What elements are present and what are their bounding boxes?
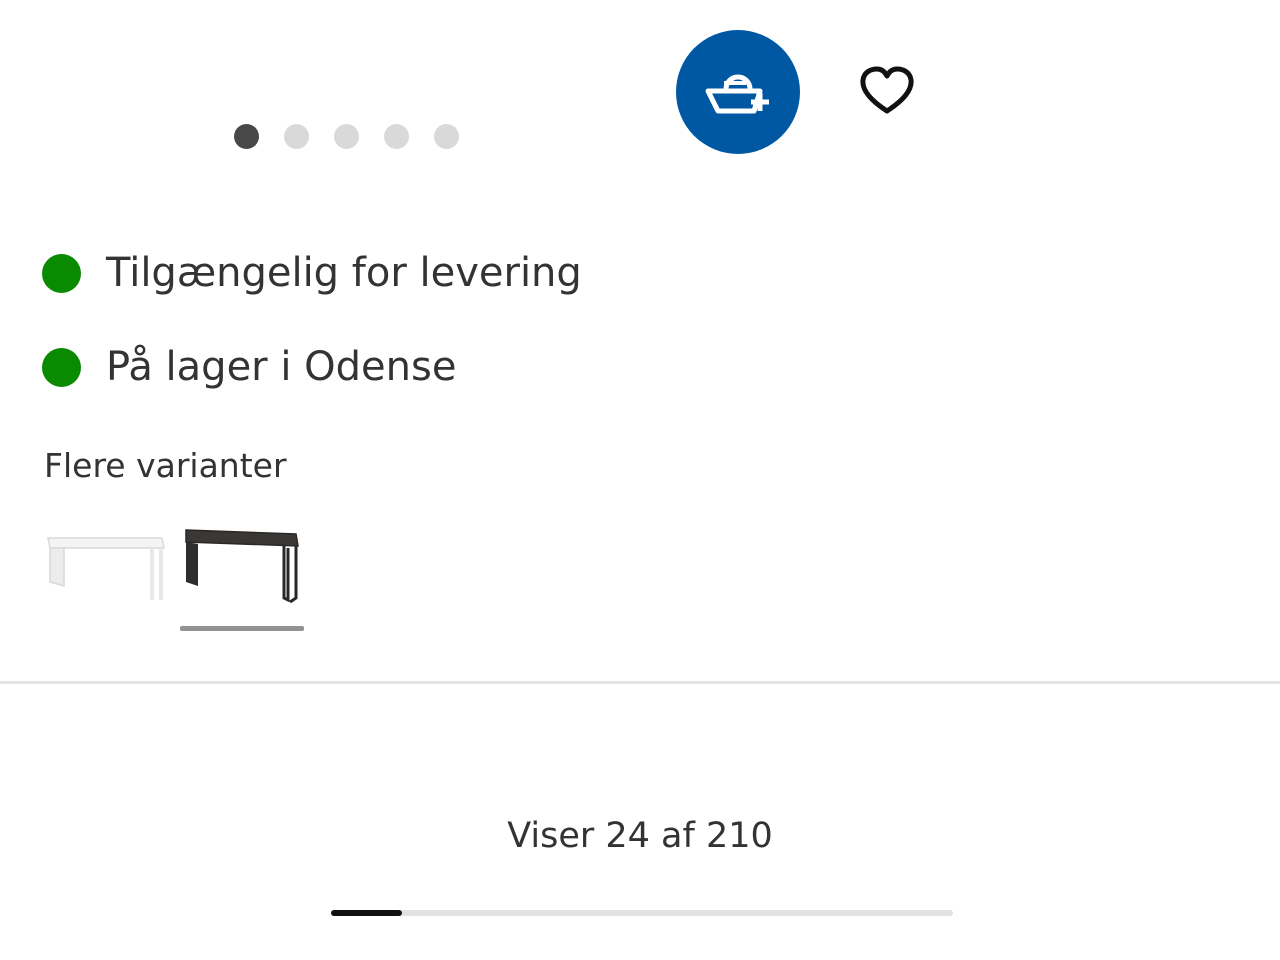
availability-text: På lager i Odense	[106, 344, 457, 390]
carousel-dot-5[interactable]	[434, 124, 459, 149]
delivery-availability: Tilgængelig for levering	[42, 250, 582, 296]
store-availability: På lager i Odense	[42, 344, 456, 390]
add-to-basket-button[interactable]	[676, 30, 800, 154]
availability-status-dot	[42, 253, 81, 293]
results-progress-bar	[331, 910, 953, 916]
product-listing-page: Tilgængelig for levering På lager i Oden…	[0, 0, 1280, 960]
image-carousel-dots	[234, 124, 459, 149]
carousel-dot-1[interactable]	[234, 124, 259, 149]
black-desk-thumbnail	[185, 529, 299, 604]
carousel-dot-3[interactable]	[334, 124, 359, 149]
carousel-dot-2[interactable]	[284, 124, 309, 149]
variant-black-brown-desk[interactable]	[180, 524, 304, 631]
variants-title: Flere varianter	[44, 446, 287, 485]
basket-plus-icon	[705, 74, 769, 114]
section-divider	[0, 681, 1280, 684]
heart-icon	[860, 66, 914, 114]
availability-text: Tilgængelig for levering	[106, 250, 582, 296]
selected-variant-indicator	[180, 626, 304, 631]
availability-status-dot	[42, 347, 81, 387]
results-count-text: Viser 24 af 210	[507, 816, 773, 856]
white-desk-thumbnail	[47, 537, 165, 600]
carousel-dot-4[interactable]	[384, 124, 409, 149]
variant-white-desk[interactable]	[46, 524, 170, 628]
favourite-button[interactable]	[852, 58, 922, 124]
results-progress-fill	[331, 910, 402, 916]
